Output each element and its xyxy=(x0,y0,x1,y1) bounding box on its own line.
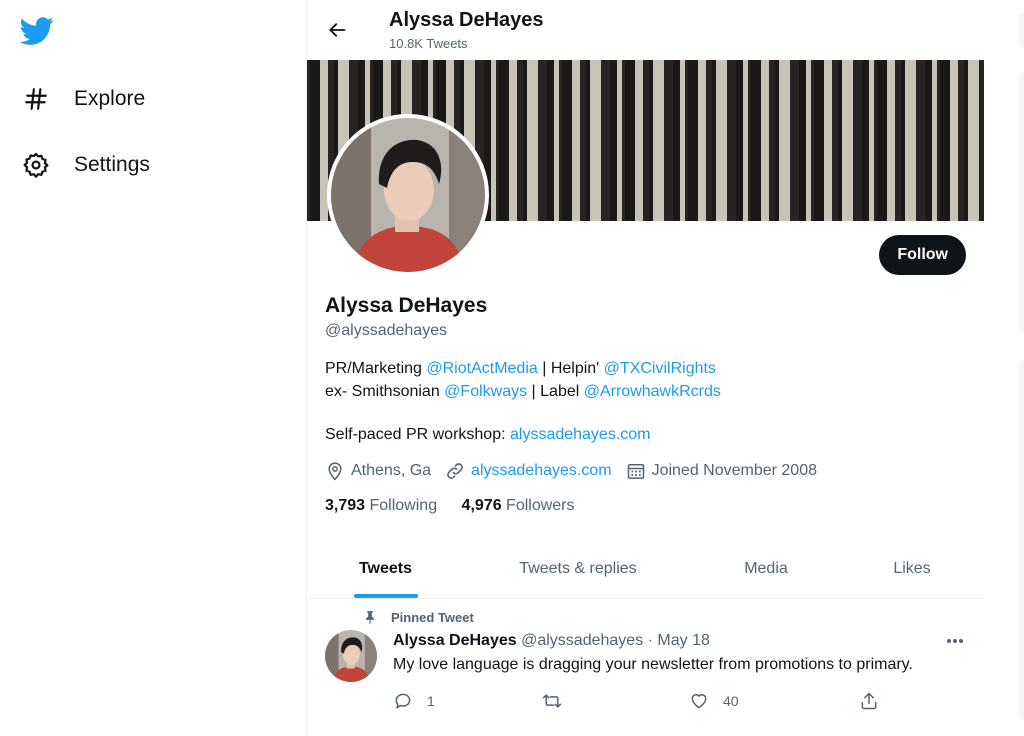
nav-explore-label: Explore xyxy=(74,87,146,110)
nav-explore[interactable]: Explore xyxy=(18,77,145,121)
header-name: Alyssa DeHayes xyxy=(389,9,544,31)
tab-likes[interactable]: Likes xyxy=(840,540,984,598)
tweet-text: My love language is dragging your newsle… xyxy=(393,656,913,673)
bio-text: PR/Marketing xyxy=(325,360,427,377)
followers-stat[interactable]: 4,976 Followers xyxy=(462,497,575,514)
hashtag-icon xyxy=(18,81,54,117)
reply-icon xyxy=(395,693,411,709)
profile-meta: Athens, Ga alyssadehayes.com Joined Nove… xyxy=(325,461,831,481)
tab-media[interactable]: Media xyxy=(692,540,840,598)
pinned-tweet[interactable]: Pinned Tweet Alyssa DeHayes @alyssadehay… xyxy=(307,599,984,736)
bio-text: ex- Smithsonian xyxy=(325,383,445,400)
retweet-button[interactable] xyxy=(541,691,577,711)
workshop-text: Self-paced PR workshop: xyxy=(325,426,510,443)
tweet-avatar[interactable] xyxy=(325,630,377,682)
bio-text: | Helpin' xyxy=(537,360,604,377)
follow-button[interactable]: Follow xyxy=(879,235,966,275)
gear-icon xyxy=(18,147,54,183)
tweet-actions: 1 40 xyxy=(393,691,883,715)
profile-header-bar: Alyssa DeHayes 10.8K Tweets xyxy=(307,0,984,60)
followers-label: Followers xyxy=(506,497,575,514)
more-options-icon[interactable] xyxy=(944,632,966,650)
back-arrow-icon[interactable] xyxy=(323,16,351,44)
search-bar-edge xyxy=(1018,12,1024,48)
tab-label: Tweets & replies xyxy=(519,560,637,577)
tweet-date[interactable]: · May 18 xyxy=(648,632,710,649)
sidebar-card-edge xyxy=(1018,72,1024,332)
location-text: Athens, Ga xyxy=(351,462,432,479)
bio-text: | Label xyxy=(527,383,584,400)
like-button[interactable]: 40 xyxy=(689,691,739,711)
sidebar-card-edge xyxy=(1018,360,1024,720)
website-link[interactable]: alyssadehayes.com xyxy=(471,462,612,480)
header-tweet-count: 10.8K Tweets xyxy=(389,36,468,51)
following-label: Following xyxy=(369,497,438,514)
bio-mention-link[interactable]: @Folkways xyxy=(444,383,527,400)
bio-mention-link[interactable]: @ArrowhawkRcrds xyxy=(584,383,721,400)
nav-settings-label: Settings xyxy=(74,153,150,176)
joined-item: Joined November 2008 xyxy=(626,461,817,481)
right-sidebar-edge xyxy=(984,0,1024,736)
tweet-author[interactable]: Alyssa DeHayes xyxy=(393,632,517,649)
pinned-label-row: Pinned Tweet xyxy=(363,609,474,625)
heart-icon xyxy=(691,694,707,709)
followers-count: 4,976 xyxy=(461,497,502,514)
workshop-link[interactable]: alyssadehayes.com xyxy=(510,426,651,443)
bio-mention-link[interactable]: @RiotActMedia xyxy=(426,360,537,377)
location-item: Athens, Ga xyxy=(325,461,431,481)
bio-workshop-line: Self-paced PR workshop: alyssadehayes.co… xyxy=(325,426,651,444)
tab-tweets[interactable]: Tweets xyxy=(307,540,464,598)
profile-name: Alyssa DeHayes xyxy=(325,294,488,317)
bio-line-1: PR/Marketing @RiotActMedia | Helpin' @TX… xyxy=(325,357,965,380)
twitter-logo-icon[interactable] xyxy=(19,14,54,48)
profile-column: Alyssa DeHayes 10.8K Tweets Follow Alyss… xyxy=(306,0,985,736)
profile-bio: PR/Marketing @RiotActMedia | Helpin' @TX… xyxy=(325,357,965,403)
joined-text: Joined November 2008 xyxy=(651,462,817,479)
link-icon xyxy=(447,463,463,479)
share-button[interactable] xyxy=(859,691,893,711)
tab-label: Likes xyxy=(893,560,931,577)
tweet-handle[interactable]: @alyssadehayes xyxy=(521,632,643,649)
tab-tweets-replies[interactable]: Tweets & replies xyxy=(464,540,692,598)
calendar-icon xyxy=(627,464,644,479)
left-sidebar: Explore Settings xyxy=(0,0,306,736)
profile-handle: @alyssadehayes xyxy=(325,322,448,339)
reply-button[interactable]: 1 xyxy=(393,691,435,711)
profile-avatar[interactable] xyxy=(327,114,489,276)
location-pin-icon xyxy=(328,462,342,481)
share-icon xyxy=(861,692,877,710)
following-stat[interactable]: 3,793 Following xyxy=(325,497,437,514)
pin-icon xyxy=(365,611,375,624)
tab-label: Tweets xyxy=(358,560,413,577)
retweet-icon xyxy=(542,694,562,708)
following-count: 3,793 xyxy=(325,497,366,514)
profile-tabs: Tweets Tweets & replies Media Likes xyxy=(307,540,984,599)
nav-settings[interactable]: Settings xyxy=(18,143,150,187)
follow-stats: 3,793 Following 4,976 Followers xyxy=(325,497,595,515)
bio-mention-link[interactable]: @TXCivilRights xyxy=(604,360,716,377)
pinned-label: Pinned Tweet xyxy=(391,609,474,625)
reply-count: 1 xyxy=(427,693,435,709)
bio-line-2: ex- Smithsonian @Folkways | Label @Arrow… xyxy=(325,380,965,403)
tab-label: Media xyxy=(744,560,788,577)
website-item: alyssadehayes.com xyxy=(445,461,612,481)
tweet-header: Alyssa DeHayes @alyssadehayes · May 18 xyxy=(393,632,710,650)
like-count: 40 xyxy=(723,693,739,709)
active-tab-indicator xyxy=(353,594,418,598)
